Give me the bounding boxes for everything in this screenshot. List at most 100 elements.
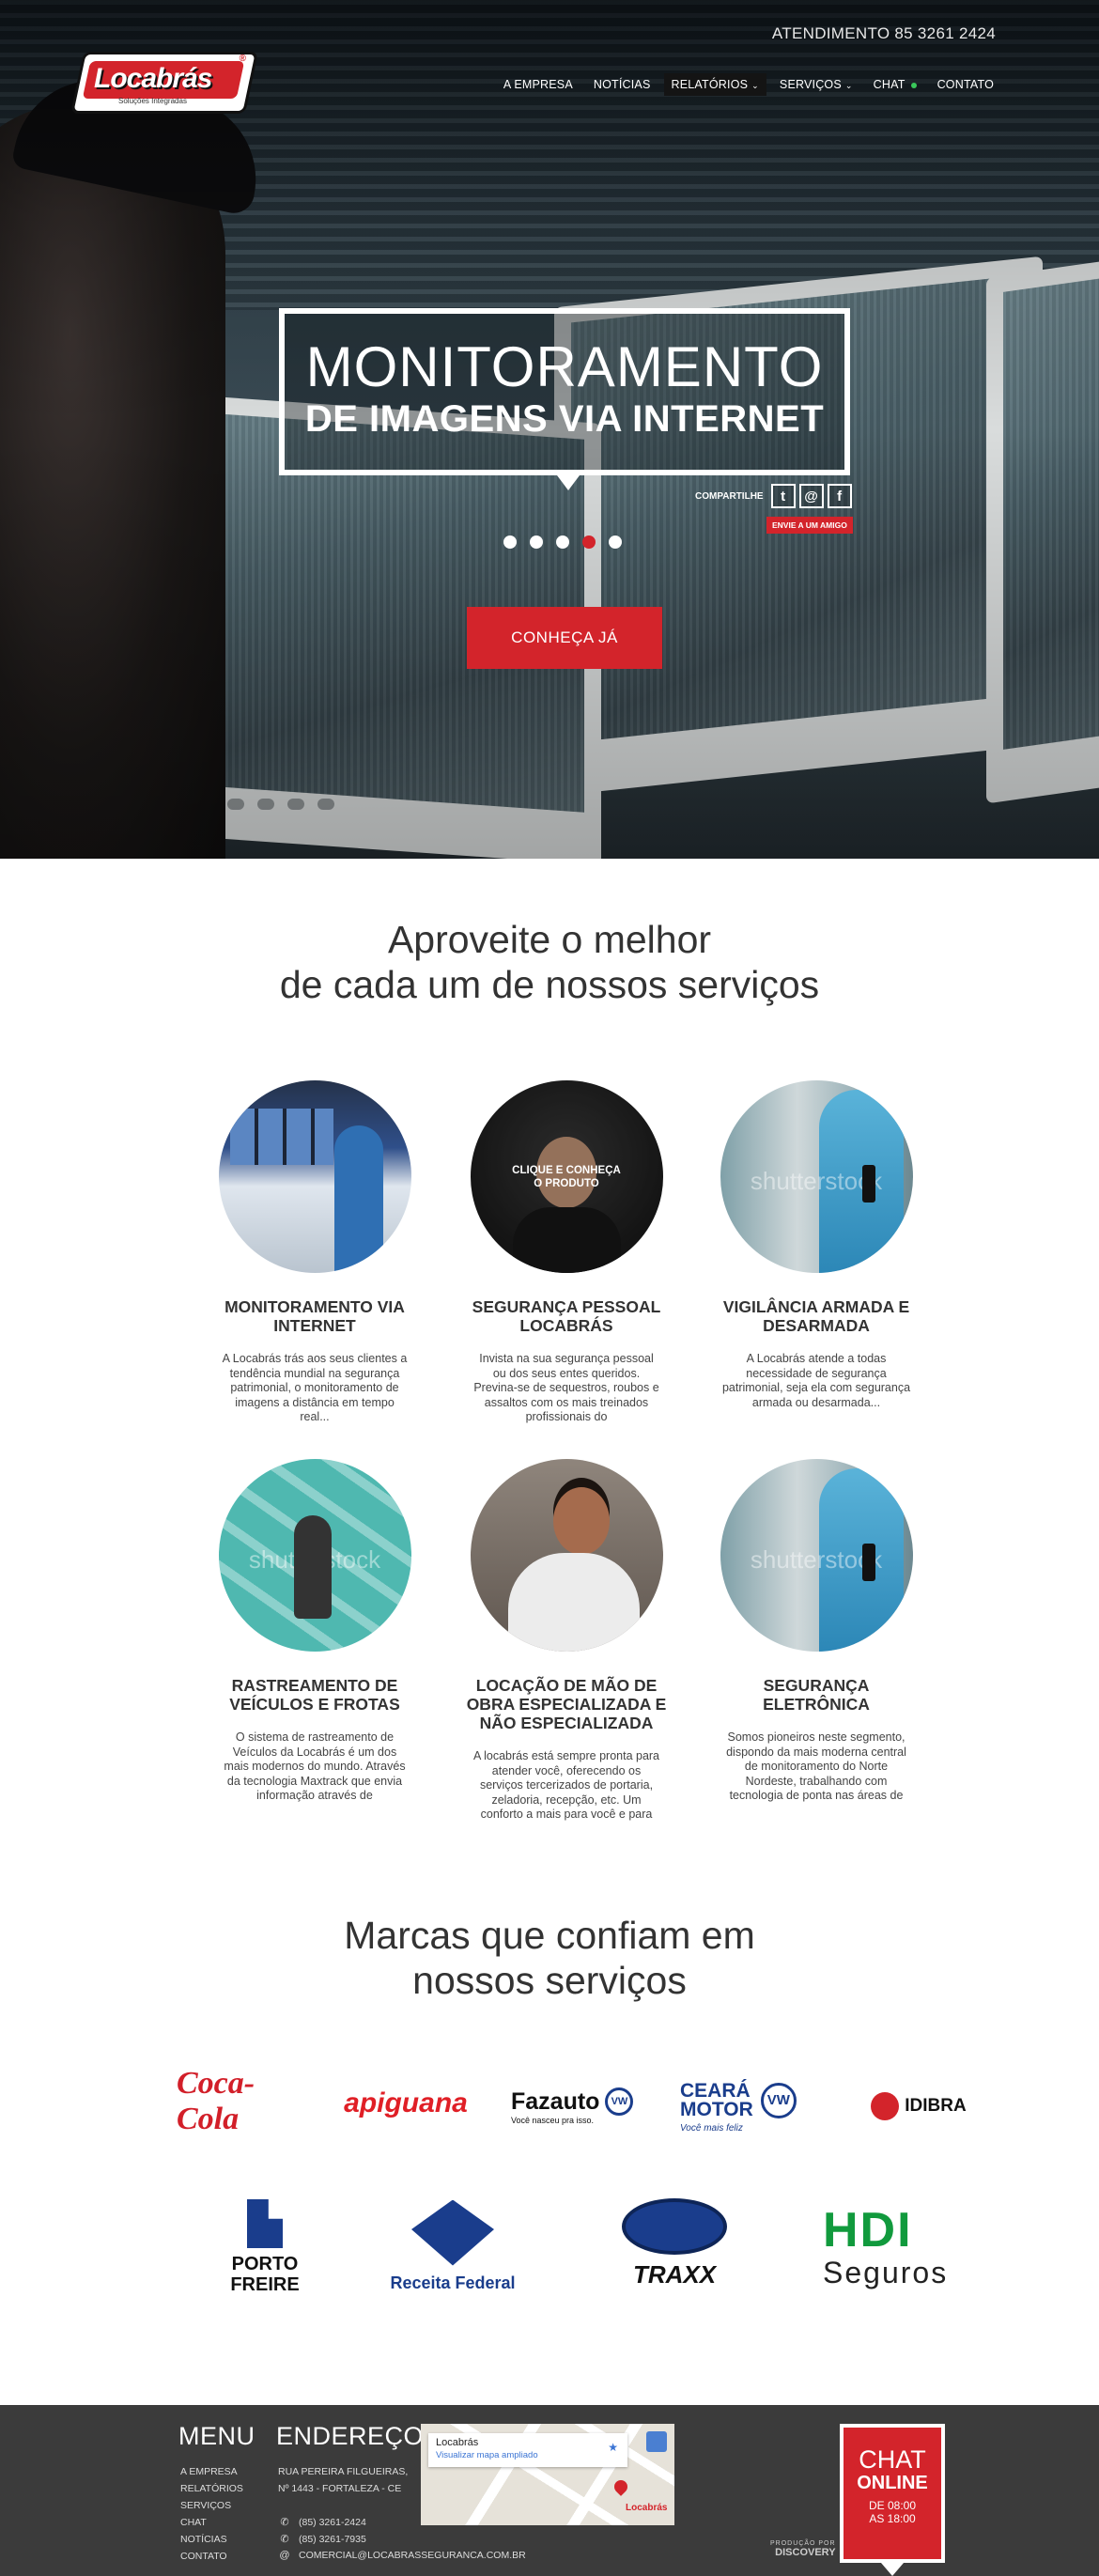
- footer-link-noticias[interactable]: NOTÍCIAS: [180, 2531, 243, 2548]
- site-logo[interactable]: Locabrás Soluções Integradas ®: [70, 52, 259, 117]
- brand-logo-traxx: TRAXX: [609, 2191, 740, 2296]
- service-card-rastreamento[interactable]: shutterstock RASTREAMENTO DE VEÍCULOS E …: [207, 1459, 423, 1804]
- brand-logo-receita-federal: Receita Federal: [387, 2195, 519, 2298]
- service-image: [218, 1080, 411, 1273]
- hero-banner: ATENDIMENTO 85 3261 2424 Locabrás Soluçõ…: [0, 0, 1099, 859]
- nav-relatorios[interactable]: RELATÓRIOS ⌄: [663, 73, 766, 96]
- receita-mark-icon: [411, 2199, 494, 2266]
- service-image: shutterstock: [720, 1459, 913, 1652]
- send-to-friend-button[interactable]: ENVIE A UM AMIGO: [766, 517, 853, 534]
- footer-address-heading: ENDEREÇO: [276, 2422, 425, 2450]
- service-card-monitoramento[interactable]: MONITORAMENTO VIA INTERNET A Locabrás tr…: [207, 1080, 423, 1425]
- service-description: Somos pioneiros neste segmento, dispondo…: [726, 1730, 906, 1802]
- footer-link-relatorios[interactable]: RELATÓRIOS: [180, 2480, 243, 2497]
- producer-credit[interactable]: PRODUÇÃO POR DISCOVERY: [770, 2540, 836, 2558]
- service-description: O sistema de rastreamento de Veículos da…: [224, 1730, 406, 1804]
- footer-menu-heading: MENU: [178, 2422, 255, 2450]
- service-card-locacao[interactable]: LOCAÇÃO DE MÃO DE OBRA ESPECIALIZADA E N…: [458, 1459, 674, 1823]
- footer-link-servicos[interactable]: SERVIÇOS: [180, 2497, 243, 2514]
- porto-freire-mark-icon: [247, 2199, 283, 2248]
- service-title: MONITORAMENTO VIA INTERNET: [224, 1297, 405, 1335]
- hero-title: MONITORAMENTO: [305, 335, 824, 398]
- brand-logo-ceara-motor: CEARÁ MOTOR VW Você mais feliz: [680, 2080, 813, 2140]
- service-description: Invista na sua segurança pessoal ou dos …: [473, 1352, 659, 1423]
- pegman-icon[interactable]: [646, 2431, 667, 2452]
- service-title: SEGURANÇA ELETRÔNICA: [763, 1676, 870, 1714]
- service-image: shutterstock: [218, 1459, 411, 1652]
- brand-logo-fazauto: Fazauto VW Você nasceu pra isso.: [511, 2086, 654, 2127]
- idibra-mark-icon: [871, 2092, 900, 2120]
- slider-dot[interactable]: [530, 535, 543, 549]
- traxx-mark-icon: [622, 2197, 727, 2255]
- chat-online-badge[interactable]: CHAT ONLINE DE 08:00 AS 18:00: [840, 2424, 945, 2576]
- slider-dot-active[interactable]: [582, 535, 596, 549]
- footer-link-chat[interactable]: CHAT: [180, 2514, 243, 2531]
- footer-email[interactable]: @ COMERCIAL@LOCABRASSEGURANCA.COM.BR: [278, 2550, 525, 2561]
- nav-contato[interactable]: CONTATO: [930, 73, 1001, 96]
- service-card-vigilancia[interactable]: shutterstock VIGILÂNCIA ARMADA E DESARMA…: [708, 1080, 924, 1425]
- footer-phone-1: ✆ (85) 3261-2424: [278, 2516, 365, 2529]
- map-info-card: Locabrás Visualizar mapa ampliado ★: [428, 2433, 627, 2467]
- service-card-seguranca-pessoal[interactable]: CLIQUE E CONHEÇA O PRODUTO SEGURANÇA PES…: [458, 1080, 674, 1425]
- logo-text: Locabrás: [94, 63, 212, 94]
- footer-menu: A EMPRESA RELATÓRIOS SERVIÇOS CHAT NOTÍC…: [180, 2463, 243, 2565]
- service-description: A Locabrás atende a todas necessidade de…: [721, 1352, 911, 1409]
- services-heading: Aproveite o melhor de cada um de nossos …: [279, 918, 820, 1006]
- main-nav: A EMPRESA NOTÍCIAS RELATÓRIOS ⌄ SERVIÇOS ⌄…: [490, 73, 1001, 96]
- share-bar: COMPARTILHE t @ f: [695, 484, 852, 508]
- service-image: CLIQUE E CONHEÇA O PRODUTO: [470, 1080, 663, 1273]
- watermark: shutterstock: [248, 1545, 381, 1574]
- email-icon[interactable]: @: [798, 484, 824, 508]
- hero-title-box: MONITORAMENTO DE IMAGENS VIA INTERNET: [279, 308, 850, 490]
- brands-heading: Marcas que confiam em nossos serviços: [344, 1914, 755, 2002]
- online-status-icon: [910, 82, 917, 88]
- footer-address: RUA PEREIRA FILGUEIRAS, Nº 1443 - FORTAL…: [278, 2466, 409, 2494]
- service-title: VIGILÂNCIA ARMADA E DESARMADA: [722, 1297, 910, 1335]
- brand-logo-hdi-seguros: HDI Seguros: [823, 2202, 949, 2289]
- phone-icon: ✆: [280, 2517, 289, 2528]
- nav-chat[interactable]: CHAT: [866, 73, 924, 96]
- vw-logo-icon: VW: [760, 2083, 797, 2118]
- hero-subtitle: DE IMAGENS VIA INTERNET: [304, 398, 825, 440]
- header-phone: ATENDIMENTO 85 3261 2424: [771, 24, 996, 42]
- watermark: shutterstock: [750, 1545, 883, 1574]
- nav-empresa[interactable]: A EMPRESA: [496, 73, 580, 96]
- star-icon[interactable]: ★: [608, 2441, 618, 2454]
- watermark: shutterstock: [750, 1167, 883, 1195]
- chevron-down-icon: ⌄: [751, 81, 759, 90]
- embedded-map[interactable]: Locabrás Visualizar mapa ampliado ★ Loca…: [421, 2424, 674, 2525]
- footer-link-empresa[interactable]: A EMPRESA: [180, 2463, 243, 2480]
- service-image: [470, 1459, 663, 1652]
- at-icon: @: [279, 2550, 290, 2561]
- brand-logo-idibra: IDIBRA: [845, 2084, 992, 2129]
- slider-dot[interactable]: [556, 535, 569, 549]
- cta-button[interactable]: CONHEÇA JÁ: [467, 607, 662, 669]
- service-description: A locabrás está sempre pronta para atend…: [472, 1749, 660, 1823]
- twitter-icon[interactable]: t: [770, 484, 796, 508]
- footer-phone-2: ✆ (85) 3261-7935: [278, 2533, 365, 2546]
- map-pin-label: Locabrás: [626, 2503, 668, 2513]
- map-expand-link[interactable]: Visualizar mapa ampliado: [436, 2450, 620, 2460]
- share-label: COMPARTILHE: [695, 490, 764, 502]
- brand-logo-apiguana: apiguana: [344, 2087, 468, 2118]
- service-image: shutterstock: [720, 1080, 913, 1273]
- brand-logo-coca-cola: Coca-Cola: [177, 2066, 255, 2136]
- nav-noticias[interactable]: NOTÍCIAS: [586, 73, 658, 96]
- map-pin-icon[interactable]: [611, 2477, 630, 2496]
- phone-icon: ✆: [280, 2534, 289, 2545]
- footer-link-contato[interactable]: CONTATO: [180, 2548, 243, 2565]
- facebook-icon[interactable]: f: [827, 484, 852, 508]
- service-card-seguranca-eletronica[interactable]: shutterstock SEGURANÇA ELETRÔNICA Somos …: [708, 1459, 924, 1804]
- map-place-title: Locabrás: [436, 2437, 479, 2448]
- service-title: LOCAÇÃO DE MÃO DE OBRA ESPECIALIZADA E N…: [466, 1676, 667, 1732]
- service-title: SEGURANÇA PESSOAL LOCABRÁS: [472, 1297, 661, 1335]
- service-title: RASTREAMENTO DE VEÍCULOS E FROTAS: [229, 1676, 400, 1714]
- chevron-down-icon: ⌄: [844, 81, 853, 90]
- logo-subtitle: Soluções Integradas: [118, 97, 187, 105]
- service-description: A Locabrás trás aos seus clientes a tend…: [222, 1352, 408, 1423]
- vw-logo-icon: VW: [605, 2087, 634, 2116]
- nav-servicos[interactable]: SERVIÇOS ⌄: [772, 73, 860, 96]
- slider-dots: [503, 535, 622, 549]
- slider-dot[interactable]: [609, 535, 622, 549]
- slider-dot[interactable]: [503, 535, 517, 549]
